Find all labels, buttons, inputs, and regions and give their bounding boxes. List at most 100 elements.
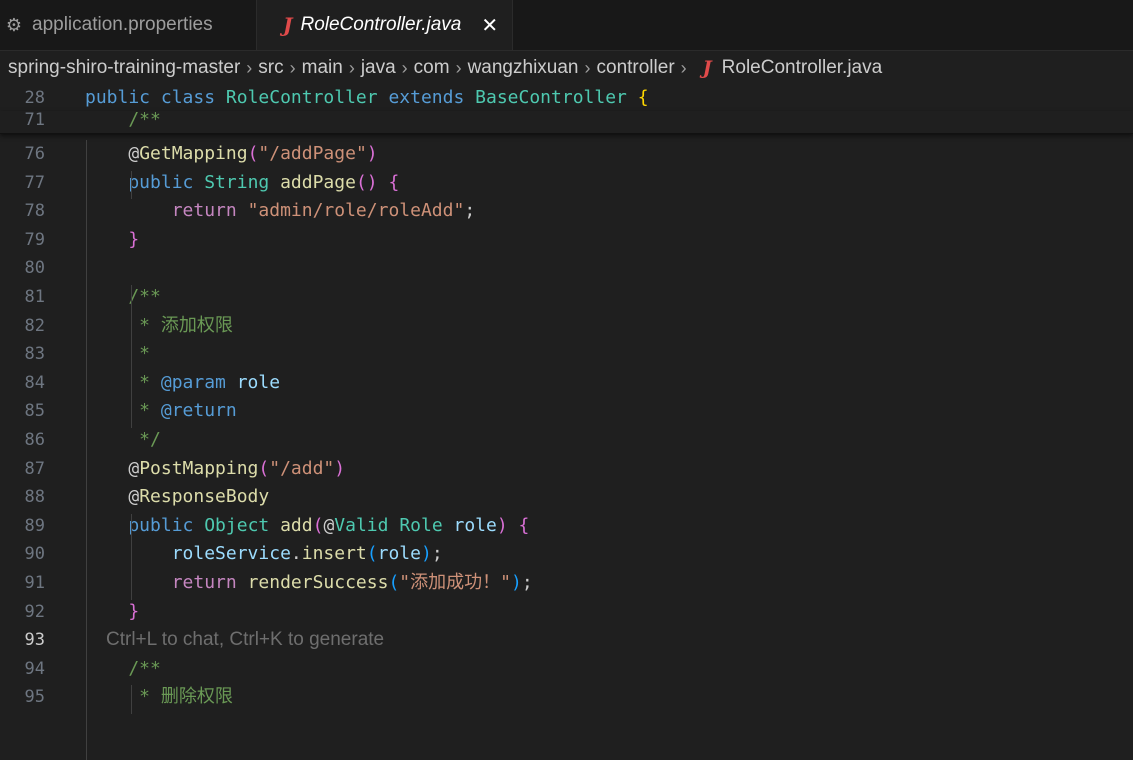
code-line[interactable]: 84 * @param role (0, 369, 1133, 398)
line-number: 88 (24, 487, 45, 508)
java-icon: J (702, 57, 712, 79)
tab-application-properties[interactable]: ⚙ application.properties (0, 0, 257, 50)
breadcrumb-item[interactable]: wangzhixuan (468, 57, 579, 79)
code-token: @ (323, 514, 335, 536)
tab-label: RoleController.java (300, 14, 462, 35)
code-token: /** (85, 285, 161, 307)
code-token: Valid (334, 514, 400, 536)
code-editor[interactable]: 28 public class RoleController extends Ba… (0, 85, 1133, 760)
code-token: ) (366, 143, 378, 164)
chevron-right-icon: › (455, 57, 462, 78)
line-number: 79 (24, 229, 45, 250)
breadcrumb-item[interactable]: src (258, 57, 283, 79)
code-token: @ (85, 457, 140, 479)
java-icon: J (283, 13, 293, 37)
code-line[interactable]: 83 * (0, 340, 1133, 369)
code-token: String (204, 171, 281, 193)
indent-guide (131, 170, 132, 200)
breadcrumb-item[interactable]: main (302, 57, 343, 79)
code-text: * (85, 340, 150, 369)
code-text: * 添加权限 (85, 312, 233, 341)
line-number: 86 (24, 429, 45, 450)
code-token: ; (521, 571, 533, 593)
code-token: "添加成功！" (399, 571, 511, 593)
code-token: role (236, 371, 281, 393)
chevron-right-icon: › (584, 57, 591, 78)
code-line[interactable]: 28 public class RoleController extends Ba… (0, 85, 1133, 111)
breadcrumb-item[interactable]: spring-shiro-training-master (8, 57, 240, 79)
code-token: * 删除权限 (85, 686, 233, 708)
code-token: "admin/role/roleAdd" (247, 200, 465, 222)
line-number: 92 (24, 601, 45, 622)
chevron-right-icon: › (348, 57, 355, 78)
code-token: PostMapping (139, 457, 259, 479)
ai-hint-text: Ctrl+L to chat, Ctrl+K to generate (106, 629, 385, 651)
tab-role-controller[interactable]: J RoleController.java ✕ (257, 0, 514, 50)
code-line[interactable]: 82 * 添加权限 (0, 312, 1133, 341)
breadcrumb: spring-shiro-training-master › src › main › ja… (0, 51, 1133, 85)
code-text: */ (85, 426, 161, 455)
code-line[interactable]: 92 } (0, 598, 1133, 627)
code-token: public (85, 87, 161, 108)
code-text: @GetMapping("/addPage") (85, 140, 378, 169)
code-token: ) (334, 457, 346, 479)
code-line[interactable]: 94 /** (0, 655, 1133, 684)
code-line[interactable]: 80 (0, 254, 1133, 283)
line-number: 82 (24, 315, 45, 336)
breadcrumb-item[interactable]: com (414, 57, 450, 79)
line-number: 90 (24, 544, 45, 565)
close-icon[interactable]: ✕ (481, 13, 498, 38)
code-text: * 删除权限 (85, 683, 233, 712)
gear-icon: ⚙ (5, 14, 23, 35)
code-token: * (85, 400, 161, 422)
code-line[interactable]: 91 return renderSuccess("添加成功！"); (0, 569, 1133, 598)
code-token: ( (247, 143, 259, 164)
code-token: @ (85, 143, 140, 164)
code-token: GetMapping (139, 143, 248, 164)
code-token: * 添加权限 (85, 314, 233, 336)
code-token: ) { (496, 514, 530, 536)
code-line[interactable]: 76 @GetMapping("/addPage") (0, 140, 1133, 169)
code-line[interactable]: 89 public Object add(@Valid Role role) { (0, 512, 1133, 541)
code-token: "/add" (269, 457, 335, 479)
code-text: roleService.insert(role); (85, 540, 443, 569)
code-token: ) (510, 571, 522, 593)
code-token: () { (355, 171, 400, 193)
code-line[interactable]: 93 Ctrl+L to chat, Ctrl+K to generate (0, 626, 1133, 655)
code-token: } (85, 228, 140, 250)
code-line[interactable]: 87 @PostMapping("/add") (0, 455, 1133, 484)
code-line[interactable]: 86 */ (0, 426, 1133, 455)
code-token: addPage (280, 171, 356, 193)
code-line[interactable]: 81 /** (0, 283, 1133, 312)
code-line[interactable]: 77 public String addPage() { (0, 169, 1133, 198)
code-text: /** (85, 283, 161, 312)
code-token: extends (388, 87, 476, 108)
code-line[interactable]: 90 roleService.insert(role); (0, 540, 1133, 569)
chevron-right-icon: › (246, 57, 253, 78)
code-token: role (377, 543, 421, 565)
line-number: 85 (24, 401, 45, 422)
code-token: ( (366, 543, 378, 565)
code-line[interactable]: 85 * @return (0, 397, 1133, 426)
line-number: 89 (24, 515, 45, 536)
code-text: } (85, 226, 139, 255)
code-token: add (280, 514, 313, 536)
code-token: ; (464, 200, 476, 222)
code-token: Object (204, 514, 281, 536)
breadcrumb-item[interactable]: controller (597, 57, 675, 79)
breadcrumb-item[interactable]: java (361, 57, 396, 79)
code-line[interactable]: 79 } (0, 226, 1133, 255)
indent-guide (86, 140, 87, 760)
chevron-right-icon: › (680, 57, 687, 78)
code-line[interactable]: 71 /** (0, 111, 1133, 134)
code-line[interactable]: 88 @ResponseBody (0, 483, 1133, 512)
code-token: . (290, 543, 302, 565)
code-token: ; (431, 543, 443, 565)
code-token: ) (420, 543, 432, 565)
code-line[interactable]: 95 * 删除权限 (0, 683, 1133, 712)
code-text: } (85, 598, 139, 627)
breadcrumb-item[interactable]: RoleController.java (722, 57, 883, 79)
line-number: 78 (24, 201, 45, 222)
code-line[interactable]: 78 return "admin/role/roleAdd"; (0, 197, 1133, 226)
line-number: 76 (24, 144, 45, 164)
